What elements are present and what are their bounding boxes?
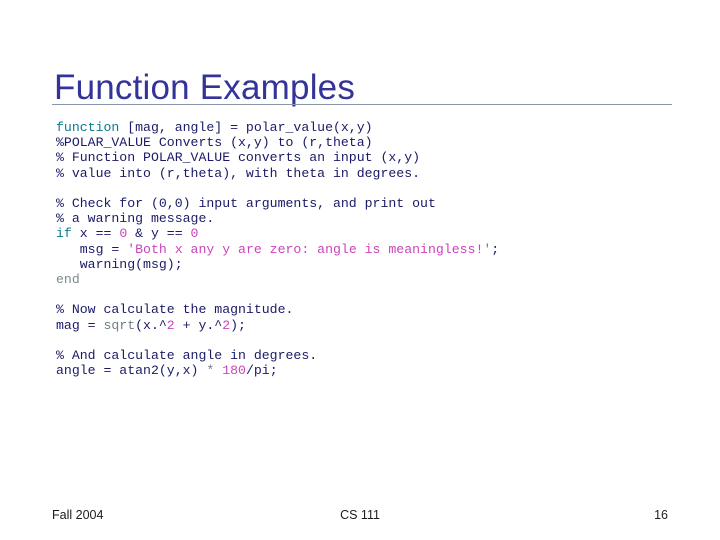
code-line: angle = atan2(y,x) * 180/pi; [56, 363, 676, 378]
code-token-kwdim: end [56, 272, 80, 288]
title-divider [52, 104, 672, 105]
code-line: % Now calculate the magnitude. [56, 302, 676, 317]
code-line: function [mag, angle] = polar_value(x,y) [56, 120, 676, 135]
code-token-num: 180 [222, 363, 246, 379]
code-token-plain: ; [491, 241, 500, 257]
code-token-plain: (x.^ [135, 317, 167, 333]
code-token-num: 2 [166, 317, 175, 333]
code-token-plain: x == [71, 226, 120, 242]
code-token-cmt: % Check for (0,0) input arguments, and p… [56, 196, 436, 211]
code-token-cmt: % a warning message. [56, 211, 215, 227]
code-line: % And calculate angle in degrees. [56, 348, 676, 363]
code-line: if x == 0 & y == 0 [56, 226, 676, 241]
code-block: function [mag, angle] = polar_value(x,y)… [56, 120, 676, 181]
code-token-cmt: % Now calculate the magnitude. [56, 302, 294, 318]
code-line: % a warning message. [56, 211, 676, 226]
code-line: msg = 'Both x any y are zero: angle is m… [56, 242, 676, 257]
slide-footer: Fall 2004 CS 111 16 [52, 508, 668, 526]
code-token-str: 'Both x any y are zero: angle is meaning… [127, 241, 492, 257]
code-token-plain: /pi; [245, 363, 278, 379]
code-token-plain: angle = atan2(y,x) [56, 363, 207, 379]
footer-course: CS 111 [340, 508, 380, 522]
code-line: %POLAR_VALUE Converts (x,y) to (r,theta) [56, 135, 676, 150]
code-token-plain: ); [230, 317, 246, 333]
code-token-cmt: % Function POLAR_VALUE converts an input… [56, 150, 421, 166]
slide-root: Function Examples function [mag, angle] … [0, 0, 720, 540]
code-token-cmt: % value into (r,theta), with theta in de… [56, 165, 421, 181]
code-token-kw: if [56, 226, 72, 242]
code-block: % Check for (0,0) input arguments, and p… [56, 196, 676, 287]
code-block: % Now calculate the magnitude. mag = sqrt… [56, 302, 676, 332]
code-line: mag = sqrt(x.^2 + y.^2); [56, 318, 676, 333]
code-token-plain: & y == [127, 226, 191, 242]
code-token-cmt: % And calculate angle in degrees. [56, 348, 318, 363]
code-line: warning(msg); [56, 257, 676, 272]
code-token-fn: sqrt [103, 317, 136, 333]
code-block-gap [56, 181, 676, 196]
code-block-gap [56, 333, 676, 348]
code-token-plain: warning(msg); [56, 256, 183, 272]
code-token-plain: + y.^ [174, 317, 223, 333]
code-line: % value into (r,theta), with theta in de… [56, 166, 676, 181]
code-token-plain: [mag, angle] = polar_value(x,y) [119, 120, 373, 135]
code-block: % And calculate angle in degrees. angle =… [56, 348, 676, 378]
code-block-gap [56, 287, 676, 302]
code-line: % Check for (0,0) input arguments, and p… [56, 196, 676, 211]
code-line: end [56, 272, 676, 287]
code-line: % Function POLAR_VALUE converts an input… [56, 150, 676, 165]
code-token-num: 0 [190, 226, 199, 242]
code-listing: function [mag, angle] = polar_value(x,y)… [56, 120, 676, 378]
code-token-plain: mag = [56, 317, 104, 333]
code-token-plain: msg = [56, 241, 128, 257]
footer-page-number: 16 [654, 508, 668, 522]
code-token-cmt: %POLAR_VALUE Converts (x,y) to (r,theta) [56, 135, 373, 151]
code-token-num: 2 [222, 317, 231, 333]
code-token-kw: function [56, 120, 120, 135]
